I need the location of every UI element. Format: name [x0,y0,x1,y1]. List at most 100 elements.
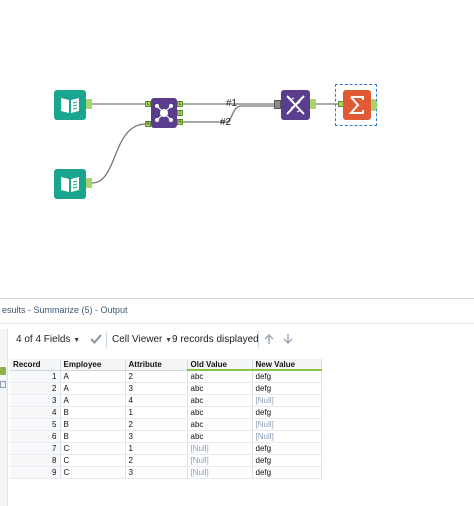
cell-attribute[interactable]: 3 [125,430,188,443]
cell-new-value[interactable]: defg [252,466,322,479]
toolbar-separator-1 [106,332,107,348]
cell-old-value[interactable]: [Null] [187,454,253,467]
wire-input2-join[interactable] [91,123,147,184]
input-data-tool-1[interactable] [54,90,86,120]
column-header-employee[interactable]: Employee [60,359,126,371]
dna-icon [286,95,305,115]
cell-attribute[interactable]: 4 [125,394,188,407]
cell-attribute[interactable]: 3 [125,466,188,479]
fields-dropdown[interactable]: 4 of 4 Fields ▼ [16,333,80,347]
cell-employee[interactable]: A [60,394,126,407]
scroll-down-button[interactable] [282,333,294,347]
cell-record[interactable]: 3 [10,394,61,407]
cell-record[interactable]: 6 [10,430,61,443]
cell-employee[interactable]: A [60,382,126,395]
arrow-up-icon [264,334,274,344]
table-row[interactable]: 8 C 2 [Null] defg [10,454,322,467]
cell-old-value[interactable]: abc [187,418,253,431]
cell-employee[interactable]: C [60,442,126,455]
cell-old-value[interactable]: abc [187,406,253,419]
cell-viewer-label: Cell Viewer [112,334,163,345]
book-icon [61,98,79,113]
cell-attribute[interactable]: 2 [125,370,188,383]
cell-old-value[interactable]: [Null] [187,466,253,479]
cell-attribute[interactable]: 1 [125,442,188,455]
cell-record[interactable]: 2 [10,382,61,395]
cell-employee[interactable]: C [60,466,126,479]
cell-new-value[interactable]: defg [252,406,322,419]
column-header-record[interactable]: Record [10,359,61,371]
table-row[interactable]: 4 B 1 abc defg [10,406,322,419]
grid-body: 1 A 2 abc defg 2 A 3 abc defg 3 A 4 abc [Null] 4 B 1 abc de… [10,370,322,479]
cell-record[interactable]: 4 [10,406,61,419]
input1-output-anchor[interactable] [86,99,92,109]
cell-new-value[interactable]: [Null] [252,394,322,407]
table-row[interactable]: 2 A 3 abc defg [10,382,322,395]
connection-label-1: #1 [226,98,238,109]
cell-record[interactable]: 8 [10,454,61,467]
records-count: 9 records displayed [172,334,259,345]
table-row[interactable]: 9 C 3 [Null] defg [10,466,322,479]
dynamic-tool[interactable] [281,90,310,120]
connection-wires [91,103,338,184]
table-row[interactable]: 3 A 4 abc [Null] [10,394,322,407]
dynamic-output-anchor[interactable] [310,99,316,109]
table-row[interactable]: 5 B 2 abc [Null] [10,418,322,431]
cell-new-value[interactable]: defg [252,454,322,467]
cell-old-value[interactable]: abc [187,382,253,395]
cell-attribute[interactable]: 3 [125,382,188,395]
join-tool[interactable] [151,98,177,128]
results-grid[interactable]: Record Employee Attribute Old Value New … [10,359,322,479]
output-anchor-icon[interactable] [0,367,6,375]
strip-icon-2[interactable] [0,381,6,388]
apply-checkmark-button[interactable] [90,333,102,347]
cell-old-value[interactable]: abc [187,430,253,443]
sigma-icon [348,96,364,114]
results-title: esults - Summarize (5) - Output [2,305,128,315]
column-header-new-value[interactable]: New Value [252,359,322,371]
cell-old-value[interactable]: abc [187,394,253,407]
join-join-output-anchor[interactable]: J [177,110,183,116]
grid-header-row: Record Employee Attribute Old Value New … [10,359,322,371]
cell-new-value[interactable]: [Null] [252,430,322,443]
dynamic-multi-input-anchor[interactable] [274,100,281,109]
cell-record[interactable]: 5 [10,418,61,431]
connection-label-2: #2 [220,117,232,128]
join-right-output-anchor[interactable]: R [177,119,183,125]
cell-attribute[interactable]: 1 [125,406,188,419]
cell-record[interactable]: 1 [10,370,61,383]
cell-attribute[interactable]: 2 [125,418,188,431]
table-row[interactable]: 6 B 3 abc [Null] [10,430,322,443]
cell-record[interactable]: 9 [10,466,61,479]
table-row[interactable]: 1 A 2 abc defg [10,370,322,383]
cell-record[interactable]: 7 [10,442,61,455]
column-header-attribute[interactable]: Attribute [125,359,188,371]
cell-new-value[interactable]: defg [252,382,322,395]
summarize-tool[interactable] [343,90,371,120]
workflow-canvas[interactable]: L R L J R #1 #2 [0,0,474,298]
cell-new-value[interactable]: defg [252,370,322,383]
input-data-tool-2[interactable] [54,169,86,199]
table-row[interactable]: 7 C 1 [Null] defg [10,442,322,455]
book-icon [61,177,79,192]
cell-employee[interactable]: C [60,454,126,467]
join-left-output-anchor[interactable]: L [177,101,183,107]
cell-old-value[interactable]: [Null] [187,442,253,455]
cell-attribute[interactable]: 2 [125,454,188,467]
cell-old-value[interactable]: abc [187,370,253,383]
cell-new-value[interactable]: [Null] [252,418,322,431]
results-panel: esults - Summarize (5) - Output 4 of 4 F… [0,298,474,506]
input2-output-anchor[interactable] [86,178,92,188]
cell-employee[interactable]: B [60,418,126,431]
results-toolbar: 4 of 4 Fields ▼ Cell Viewer ▼ 9 records … [10,329,474,351]
header-divider [0,323,474,324]
cell-employee[interactable]: A [60,370,126,383]
cell-viewer-dropdown[interactable]: Cell Viewer ▼ [112,333,172,347]
cell-employee[interactable]: B [60,430,126,443]
column-header-old-value[interactable]: Old Value [187,359,253,371]
cell-new-value[interactable]: defg [252,442,322,455]
cell-employee[interactable]: B [60,406,126,419]
chevron-down-icon: ▼ [73,337,81,344]
results-header: esults - Summarize (5) - Output [0,305,474,324]
scroll-up-button[interactable] [263,333,275,347]
